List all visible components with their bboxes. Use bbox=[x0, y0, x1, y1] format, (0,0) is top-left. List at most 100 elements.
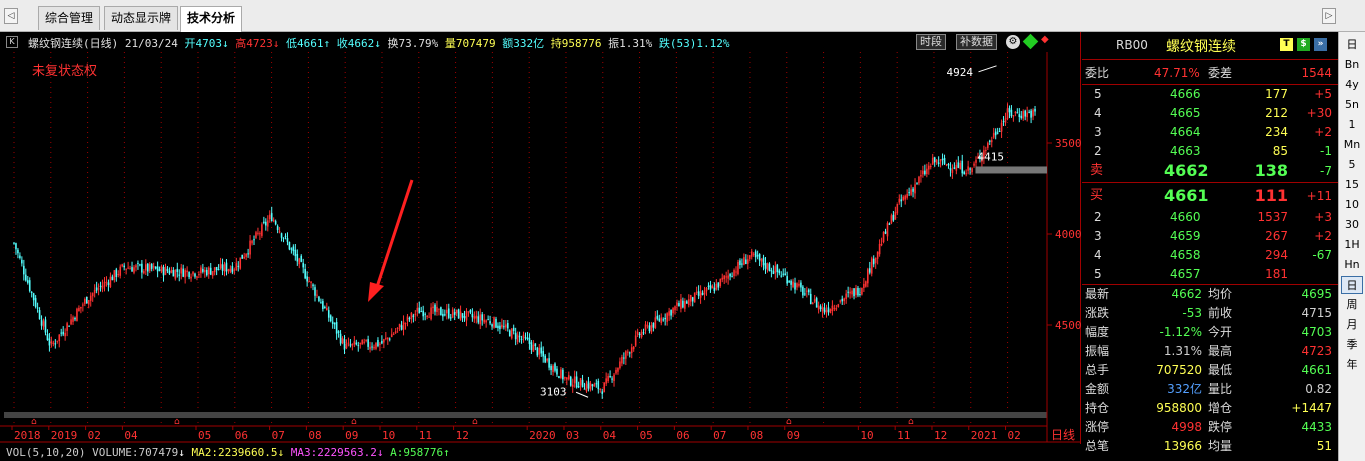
candle-body bbox=[40, 319, 43, 326]
candle-body bbox=[764, 262, 767, 269]
period-button[interactable]: 时段 bbox=[916, 34, 946, 50]
tab-dynamic-board[interactable]: 动态显示牌 bbox=[104, 6, 179, 30]
tab-prev-button[interactable]: ◁ bbox=[4, 8, 18, 24]
candle-body bbox=[339, 333, 342, 344]
kline-chart[interactable]: 4500 4000 3500 2018 2019 02 04 05 06 07 08 09 10 11 12… bbox=[0, 32, 1081, 444]
candle-body bbox=[241, 254, 244, 259]
candle-body bbox=[1030, 110, 1032, 118]
candle-body bbox=[717, 282, 720, 288]
period-button-9[interactable]: 30 bbox=[1341, 216, 1363, 234]
period-button-15[interactable]: 季 bbox=[1341, 336, 1363, 354]
candle-body bbox=[693, 292, 696, 303]
x-tick-label: 12 bbox=[934, 429, 947, 442]
volume-value: 85 bbox=[1272, 144, 1288, 158]
period-button-4[interactable]: 1 bbox=[1341, 116, 1363, 134]
candle-body bbox=[373, 346, 375, 349]
candle-body bbox=[965, 173, 967, 175]
x-tick-label: 09 bbox=[787, 429, 800, 442]
candle-body bbox=[349, 344, 352, 346]
period-button-10[interactable]: 1H bbox=[1341, 236, 1363, 254]
candle-body bbox=[621, 356, 623, 364]
candle-body bbox=[1024, 110, 1026, 117]
period-button-6[interactable]: 5 bbox=[1341, 156, 1363, 174]
candle-body bbox=[792, 281, 794, 288]
x-tick-label: 06 bbox=[676, 429, 689, 442]
candle-body bbox=[536, 347, 539, 356]
candle-body bbox=[229, 268, 232, 272]
tab-comprehensive[interactable]: 综合管理 bbox=[38, 6, 101, 30]
candle-body bbox=[361, 339, 364, 345]
candle-body bbox=[194, 273, 196, 277]
candle-body bbox=[139, 264, 141, 266]
settings-icon[interactable]: ⚙ bbox=[1006, 35, 1020, 49]
high-pointer bbox=[978, 65, 997, 73]
s-icon[interactable]: $ bbox=[1297, 38, 1310, 51]
chart-menu-icon[interactable]: K bbox=[6, 36, 18, 48]
candle-body bbox=[807, 289, 810, 293]
period-button-3[interactable]: 5n bbox=[1341, 96, 1363, 114]
candle-body bbox=[524, 337, 527, 339]
period-button-8[interactable]: 10 bbox=[1341, 196, 1363, 214]
candle-body bbox=[461, 313, 464, 318]
candle-body bbox=[800, 282, 802, 288]
candle-body bbox=[440, 307, 442, 316]
candle-body bbox=[680, 299, 682, 309]
period-button-11[interactable]: Hn bbox=[1341, 256, 1363, 274]
candle-body bbox=[577, 385, 580, 388]
candle-body bbox=[741, 263, 743, 265]
kline-canvas[interactable]: 4500 4000 3500 2018 2019 02 04 05 06 07 08 09 10 11 12… bbox=[0, 32, 1081, 444]
candle-body bbox=[794, 282, 796, 290]
candle-body bbox=[25, 274, 27, 281]
period-button-14[interactable]: 月 bbox=[1341, 316, 1363, 334]
candle-body bbox=[282, 237, 285, 239]
period-button-16[interactable]: 年 bbox=[1341, 356, 1363, 374]
t-icon[interactable]: T bbox=[1280, 38, 1293, 51]
stat-label: 涨停 bbox=[1085, 420, 1110, 434]
x-tick-label: 09 bbox=[345, 429, 358, 442]
candle-body bbox=[186, 270, 188, 273]
candle-body bbox=[532, 344, 535, 352]
candle-body bbox=[115, 269, 118, 278]
candle-body bbox=[987, 142, 989, 148]
candle-body bbox=[322, 301, 324, 309]
volume-value: 267 bbox=[1265, 229, 1288, 243]
candle-body bbox=[436, 306, 438, 313]
candle-body bbox=[91, 293, 94, 297]
candle-body bbox=[733, 270, 735, 276]
tab-technical-analysis[interactable]: 技术分析 bbox=[180, 6, 243, 32]
period-button-2[interactable]: 4y bbox=[1341, 76, 1363, 94]
period-button-13[interactable]: 周 bbox=[1341, 296, 1363, 314]
candle-body bbox=[481, 314, 484, 321]
candle-body bbox=[390, 334, 393, 338]
period-button-12[interactable]: 日 bbox=[1341, 276, 1363, 294]
instrument-name: 螺纹钢连续(日线) bbox=[28, 37, 119, 50]
tab-bar: ◁ 综合管理 动态显示牌 技术分析 ▷ bbox=[0, 0, 1365, 32]
candle-body bbox=[1012, 115, 1015, 117]
candle-body bbox=[127, 267, 129, 269]
supplement-data-button[interactable]: 补数据 bbox=[956, 34, 997, 50]
candle-body bbox=[176, 268, 179, 272]
candle-body bbox=[996, 132, 999, 134]
candle-body bbox=[479, 314, 482, 325]
candle-body bbox=[674, 306, 676, 311]
candle-body bbox=[587, 381, 590, 389]
candle-body bbox=[233, 269, 236, 271]
candle-body bbox=[499, 325, 501, 330]
stat-value: +1447 bbox=[1291, 401, 1332, 415]
period-button-5[interactable]: Mn bbox=[1341, 136, 1363, 154]
candle-body bbox=[21, 259, 23, 264]
stat-label: 最新 bbox=[1085, 287, 1110, 301]
candle-body bbox=[272, 219, 275, 222]
candle-body bbox=[613, 374, 615, 381]
period-button-1[interactable]: Bn bbox=[1341, 56, 1363, 74]
candle-body bbox=[60, 332, 63, 334]
stat-label: 量比 bbox=[1208, 382, 1233, 396]
candle-body bbox=[290, 248, 293, 250]
candle-body bbox=[900, 199, 903, 202]
period-button-0[interactable]: 日 bbox=[1341, 36, 1363, 54]
stat-value: 707520 bbox=[1156, 363, 1202, 377]
period-button-7[interactable]: 15 bbox=[1341, 176, 1363, 194]
tab-next-button[interactable]: ▷ bbox=[1322, 8, 1336, 24]
expand-icon[interactable]: » bbox=[1314, 38, 1327, 51]
high-annotation: 4924 bbox=[947, 66, 974, 79]
